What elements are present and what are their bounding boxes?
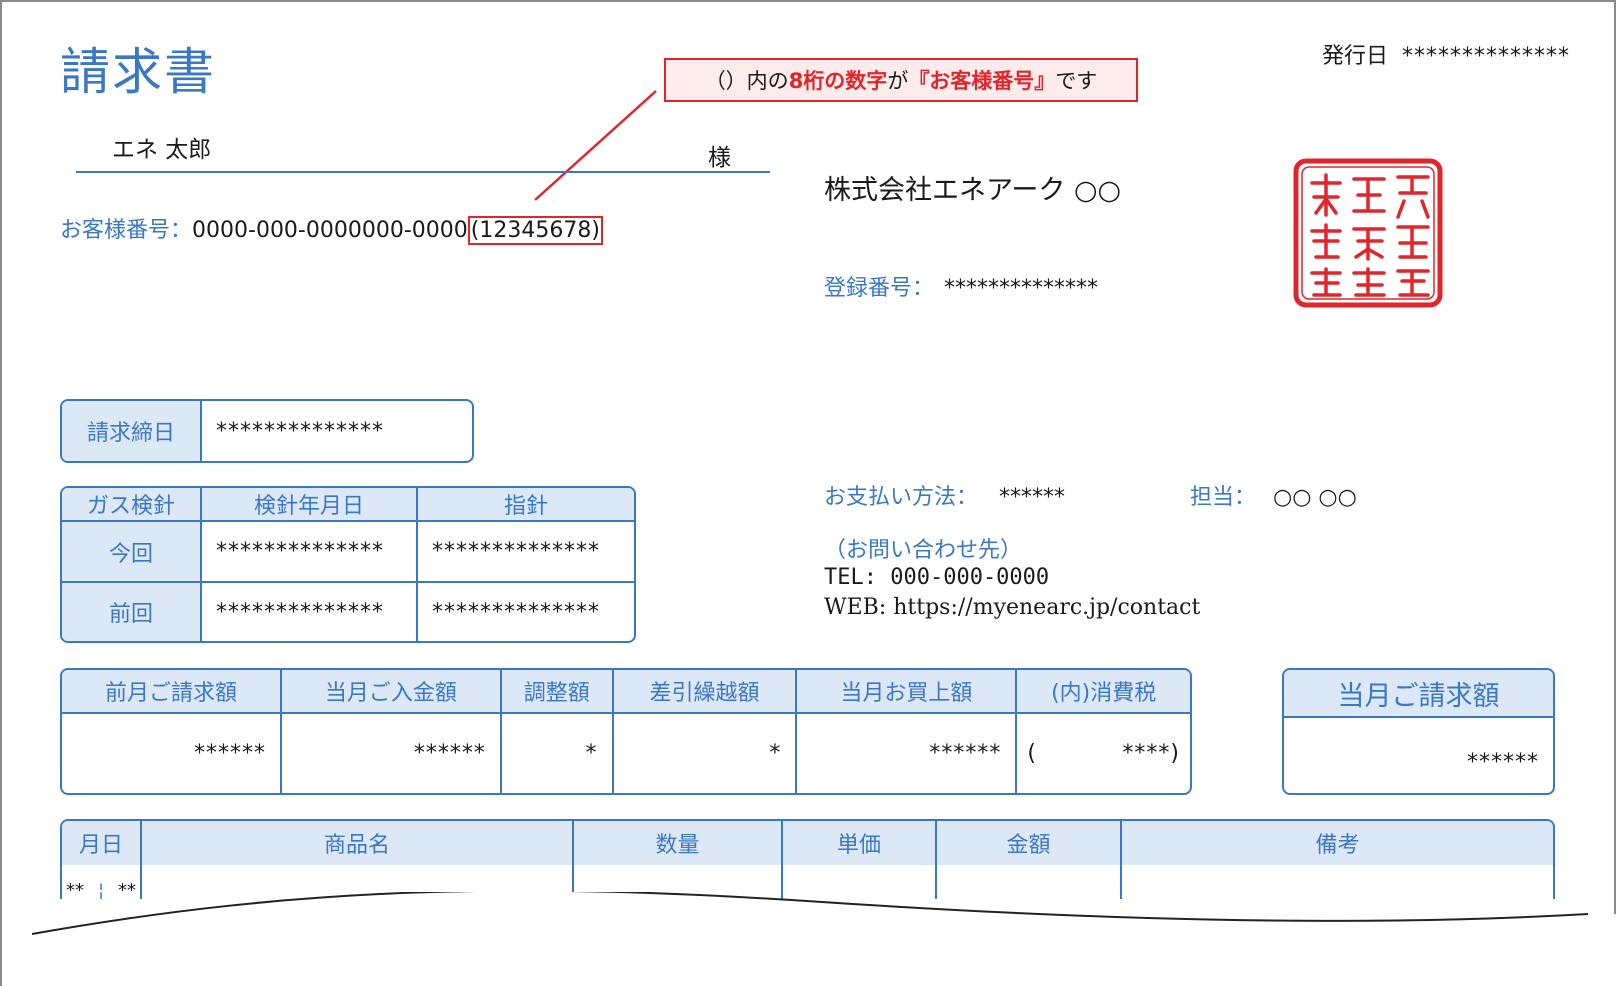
line-items-table: 月日 商品名 数量 単価 金額 備考 ** ¦ ** <box>60 819 1555 899</box>
amount-header: 差引繰越額 <box>613 670 798 714</box>
customer-underline <box>76 171 770 173</box>
customer-number-value: 0000-000-0000000-0000 <box>192 218 468 243</box>
meter-row-reading: ************** <box>432 599 600 625</box>
items-header-quantity: 数量 <box>574 821 783 865</box>
amount-header: (内)消費税 <box>1017 670 1190 714</box>
registration-label: 登録番号： <box>824 276 935 301</box>
staff-value: ○○ ○○ <box>1273 485 1357 510</box>
amount-value: ****** <box>282 714 502 793</box>
amount-value: * <box>502 714 614 793</box>
payment-method-value: ****** <box>999 485 1066 510</box>
customer-number-highlight: (12345678) <box>467 216 603 245</box>
meter-header-gas: ガス検針 <box>62 488 202 522</box>
meter-row-label: 今回 <box>62 522 202 584</box>
meter-reading-table: ガス検針 検針年月日 指針 今回 ************** ********… <box>60 486 636 643</box>
items-header-product: 商品名 <box>142 821 574 865</box>
meter-row-date: ************** <box>202 583 418 641</box>
amount-header: 前月ご請求額 <box>62 670 282 714</box>
registration-value: ************** <box>944 276 1099 301</box>
tax-amount-value: ****) <box>1122 741 1180 766</box>
items-header-unit-price: 単価 <box>783 821 937 865</box>
registration-number: 登録番号： ************** <box>824 270 1098 302</box>
billing-amounts-table: 前月ご請求額 当月ご入金額 調整額 差引繰越額 当月お買上額 (内)消費税 **… <box>60 668 1192 795</box>
current-billing-total: 当月ご請求額 ****** <box>1282 668 1555 795</box>
contact-tel: TEL: 000-000-0000 <box>824 565 1050 590</box>
items-header-date: 月日 <box>62 821 142 865</box>
amount-header: 当月ご入金額 <box>281 670 502 714</box>
page-tear-edge <box>2 892 1616 986</box>
items-header-amount: 金額 <box>937 821 1122 865</box>
meter-row-reading: ************** <box>418 522 634 584</box>
closing-date-value: ************** <box>216 418 384 444</box>
company-name: 株式会社エネアーク ○○ <box>824 175 1122 206</box>
contact-web: WEB: https://myenearc.jp/contact <box>824 595 1201 620</box>
meter-header-reading: 指針 <box>418 488 634 522</box>
contact-heading: （お問い合わせ先） <box>824 538 1023 563</box>
tax-open-paren: ( <box>1027 741 1037 766</box>
company-seal <box>1293 158 1443 308</box>
meter-row-label: 前回 <box>62 583 202 641</box>
amount-value: ****** <box>797 714 1018 793</box>
items-header-notes: 備考 <box>1122 821 1553 865</box>
meter-header-date: 検針年月日 <box>202 488 418 522</box>
total-value: ****** <box>1467 750 1539 775</box>
amount-header: 当月お買上額 <box>797 670 1018 714</box>
payment-method: お支払い方法： ****** <box>824 479 1065 511</box>
amount-value: ****** <box>62 714 282 793</box>
closing-date-label: 請求締日 <box>62 401 202 461</box>
total-label: 当月ご請求額 <box>1284 670 1553 718</box>
customer-name: エネ 太郎 <box>112 137 212 163</box>
payment-method-label: お支払い方法： <box>824 485 979 510</box>
honorific: 様 <box>708 145 731 171</box>
tax-amount-cell: ( ****) <box>1017 714 1190 793</box>
customer-number-label: お客様番号： <box>60 218 193 243</box>
customer-number: お客様番号：0000-000-0000000-0000 (12345678) <box>60 212 603 245</box>
staff-label: 担当： <box>1190 485 1257 510</box>
closing-date-table: 請求締日 ************** <box>60 399 474 463</box>
meter-row-date: ************** <box>202 522 418 584</box>
staff-in-charge: 担当： ○○ ○○ <box>1190 479 1357 511</box>
invoice-page: 請求書 発行日 ************** （）内の 8桁の数字が『お客様番号』で… <box>0 0 1616 986</box>
amount-value: * <box>614 714 798 793</box>
amount-header: 調整額 <box>501 670 614 714</box>
